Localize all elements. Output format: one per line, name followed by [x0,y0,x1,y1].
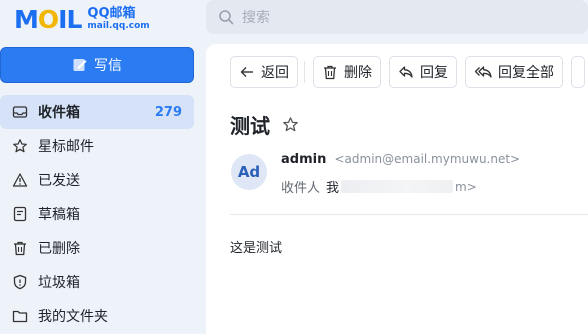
compose-icon [73,59,87,71]
back-label: 返回 [261,65,289,81]
sidebar-item-sent[interactable]: 已发送 [0,163,194,197]
sidebar-item-starred[interactable]: 星标邮件 [0,129,194,163]
sidebar-item-label: 垃圾箱 [38,275,80,291]
reply-all-button[interactable]: 回复全部 [465,56,563,88]
delete-button[interactable]: 删除 [313,56,381,88]
recipient-name[interactable]: 我 [326,177,339,196]
sidebar-item-label: 我的文件夹 [38,309,108,325]
trash-icon [12,240,28,256]
sidebar-item-drafts[interactable]: 草稿箱 [0,197,194,231]
sidebar-item-deleted[interactable]: 已删除 [0,231,194,265]
reply-all-label: 回复全部 [498,65,554,81]
spam-shield-icon [12,274,28,290]
message-body: 这是测试 [230,241,283,256]
reply-icon [399,66,413,78]
sidebar-item-label: 已删除 [38,241,80,257]
logo-mark: MOIL [14,4,82,34]
sender-address: <admin@email.mymuwu.net> [334,152,521,166]
subject-title: 测试 [230,114,270,138]
recipient-prefix: 收件人 [281,181,321,196]
star-icon [12,138,28,154]
trash-icon [324,65,336,80]
arrow-left-icon [240,67,253,77]
recipient-line: 收件人 我 m> [281,177,477,197]
sidebar-item-spam[interactable]: 垃圾箱 [0,265,194,299]
back-button[interactable]: 返回 [230,56,298,88]
message-subject: 测试 [230,110,299,139]
sidebar-item-inbox[interactable]: 收件箱 279 [0,95,194,129]
more-actions-button[interactable] [571,56,585,88]
sidebar-item-my-folders[interactable]: 我的文件夹 [0,299,194,333]
delete-label: 删除 [344,65,372,81]
compose-label: 写信 [94,58,122,74]
sidebar-item-label: 收件箱 [38,105,80,121]
folder-nav: 收件箱 279 星标邮件 已发送 草稿箱 已删除 垃圾箱 我的文件夹 [0,95,194,333]
inbox-icon [12,104,28,120]
sender-name[interactable]: admin [281,152,326,167]
search-input[interactable]: 搜索 [206,0,588,34]
logo-brand: QQ邮箱 [87,6,136,21]
recipient-address-tail: m> [455,179,477,194]
search-icon [219,10,234,25]
toolbar-divider [304,61,305,83]
reply-button[interactable]: 回复 [389,56,457,88]
sidebar-item-label: 已发送 [38,173,80,189]
avatar[interactable]: Ad [231,154,267,190]
message-toolbar: 返回 删除 回复 回复全部 [230,56,588,88]
reply-all-icon [474,66,492,78]
reply-label: 回复 [420,65,448,81]
sent-icon [12,172,28,188]
star-toggle-icon[interactable] [282,116,299,133]
search-placeholder: 搜索 [242,10,270,26]
unread-count-badge: 279 [154,104,182,120]
logo-domain: mail.qq.com [87,21,150,31]
header-divider [230,214,588,215]
message-pane: 返回 删除 回复 回复全部 测试 Ad admin <admin@email.m… [206,44,588,334]
sender-line: admin <admin@email.mymuwu.net> [281,152,520,167]
sidebar-item-label: 星标邮件 [38,139,94,155]
compose-button[interactable]: 写信 [0,47,194,83]
folder-icon [12,308,28,324]
logo[interactable]: MOIL QQ邮箱 mail.qq.com [14,2,150,36]
redacted-recipient [341,180,454,193]
draft-icon [12,206,28,222]
sidebar-item-label: 草稿箱 [38,207,80,223]
